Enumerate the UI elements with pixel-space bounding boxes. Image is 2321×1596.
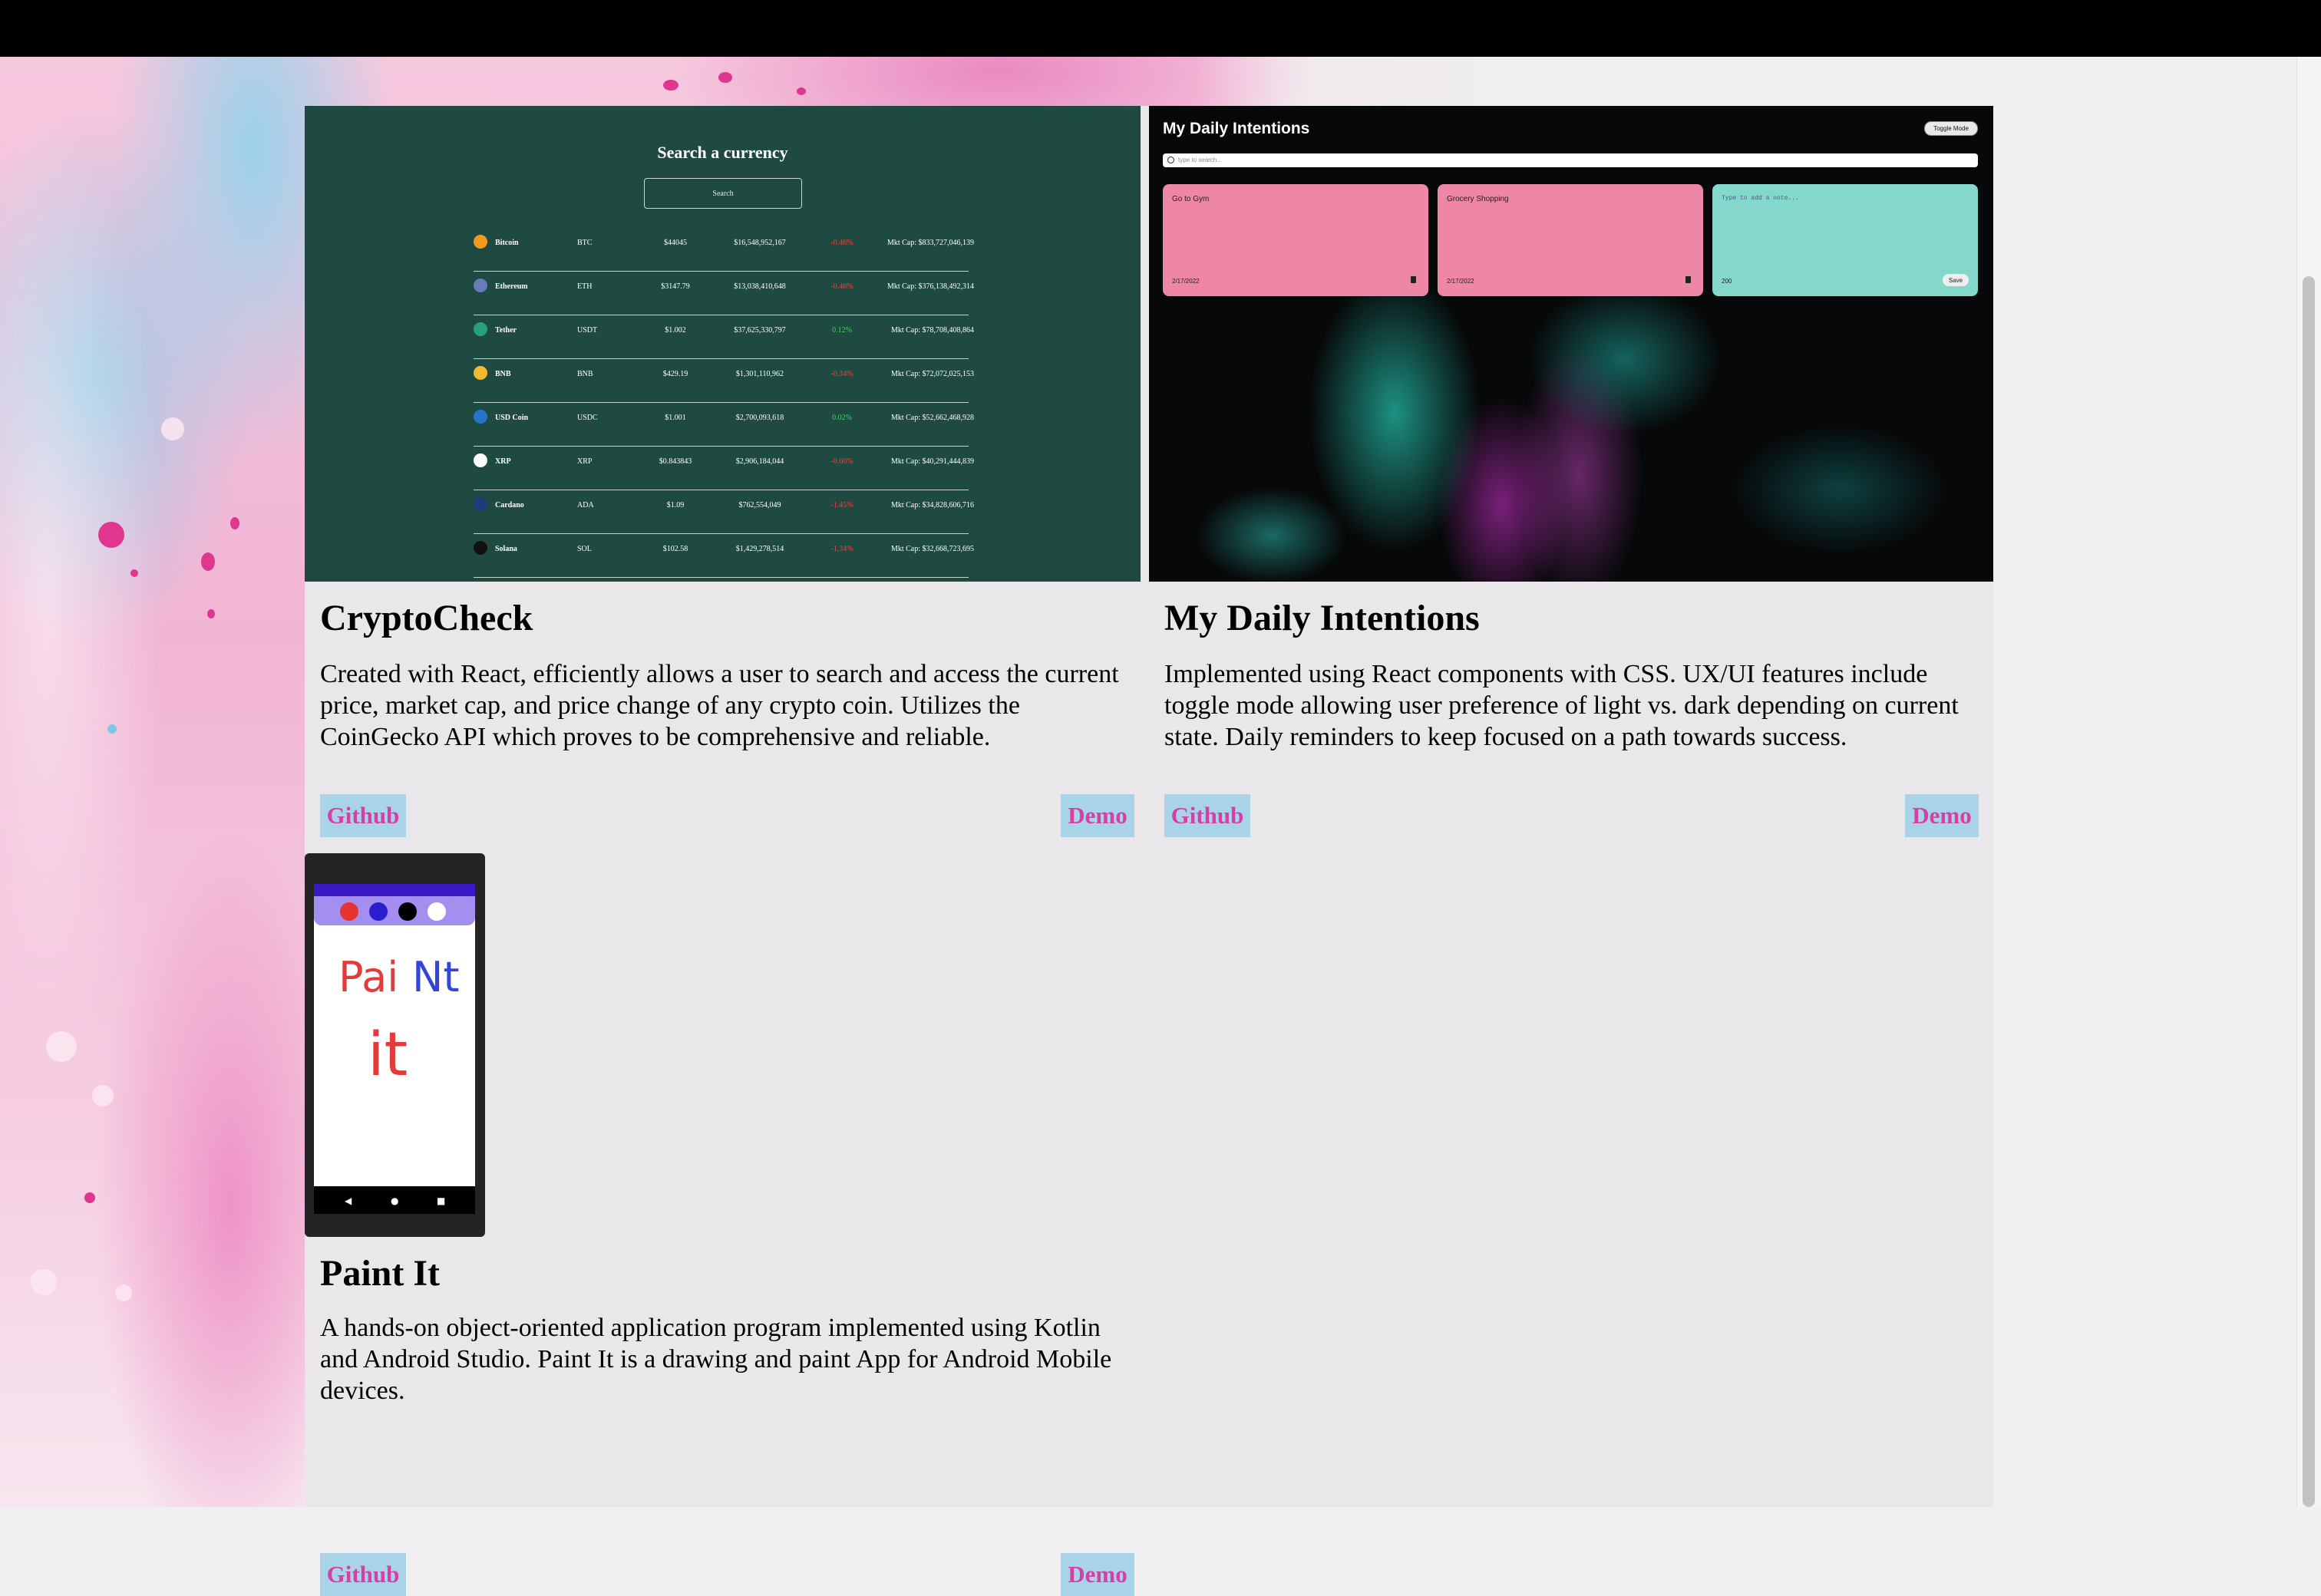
color-swatch [398, 902, 417, 921]
preview-note: Go to Gym 2/17/2022 [1163, 184, 1428, 296]
color-swatch [428, 902, 446, 921]
paint-splatter [797, 87, 806, 95]
paint-splatter [107, 724, 117, 734]
paint-splatter [230, 517, 239, 529]
preview-save-button: Save [1943, 274, 1969, 286]
color-swatch [340, 902, 358, 921]
paint-splatter [84, 1192, 95, 1203]
new-note-placeholder: Type to add a note... [1722, 195, 1799, 202]
preview-search-placeholder: type to search... [1178, 157, 1222, 163]
paint-splatter [92, 1085, 114, 1106]
drawn-text: Pai [338, 953, 399, 1001]
project-description: A hands-on object-oriented application p… [320, 1314, 1112, 1405]
color-swatch [369, 902, 388, 921]
drawn-text: it [368, 1021, 408, 1090]
note-date: 2/17/2022 [1447, 278, 1474, 285]
back-icon: ◀ [345, 1195, 352, 1206]
browser-top-bar [0, 0, 2321, 57]
github-button[interactable]: Github [1164, 794, 1250, 837]
note-date: 2/17/2022 [1172, 278, 1200, 285]
project-title: Paint It [320, 1253, 440, 1294]
preview-app-title: My Daily Intentions [1163, 120, 1310, 137]
preview-note: Grocery Shopping 2/17/2022 [1438, 184, 1703, 296]
paint-splatter [115, 1284, 132, 1301]
recents-icon: ■ [437, 1195, 446, 1206]
note-text: Go to Gym [1172, 195, 1210, 203]
preview-new-note: Type to add a note... 200 Save [1712, 184, 1978, 296]
search-icon [1167, 157, 1174, 163]
paint-splatter [31, 1269, 57, 1295]
demo-button[interactable]: Demo [1905, 794, 1979, 837]
paint-splatter [130, 569, 138, 577]
projects-section: Search a currency Search Bitcoin BTC $4404… [305, 106, 1993, 1596]
home-icon: ● [391, 1195, 399, 1206]
trash-icon [1685, 276, 1691, 283]
phone-status-bar [314, 884, 475, 896]
color-palette [314, 896, 475, 925]
demo-button[interactable]: Demo [1061, 1553, 1134, 1596]
trash-icon [1411, 276, 1416, 283]
phone-nav-bar: ◀ ● ■ [314, 1186, 475, 1214]
daily-intentions-preview-image: My Daily Intentions Toggle Mode type to … [1149, 106, 1993, 582]
paint-splatter [46, 1031, 77, 1062]
characters-remaining: 200 [1722, 278, 1732, 285]
paint-splatter [161, 417, 184, 440]
project-card-daily-intentions: My Daily Intentions Toggle Mode type to … [305, 106, 1993, 873]
preview-search-bar: type to search... [1163, 153, 1978, 167]
paint-splatter [663, 80, 678, 91]
note-text: Grocery Shopping [1447, 195, 1509, 203]
scrollbar-thumb[interactable] [2303, 276, 2315, 1507]
project-description: Implemented using React components with … [1164, 660, 1959, 751]
project-card-paint-it: Pai Nt it ◀ ● ■ Paint It A hands-on obje… [305, 853, 1149, 1596]
drawn-text: Nt [412, 953, 460, 1001]
paint-it-preview-image: Pai Nt it ◀ ● ■ [305, 853, 485, 1237]
paint-splatter [201, 552, 215, 571]
github-button[interactable]: Github [320, 1553, 406, 1596]
project-title: My Daily Intentions [1164, 598, 1480, 638]
preview-toggle-mode: Toggle Mode [1924, 121, 1978, 136]
paint-splatter [98, 522, 124, 548]
paint-splatter [207, 609, 215, 618]
paint-splatter [718, 72, 732, 83]
